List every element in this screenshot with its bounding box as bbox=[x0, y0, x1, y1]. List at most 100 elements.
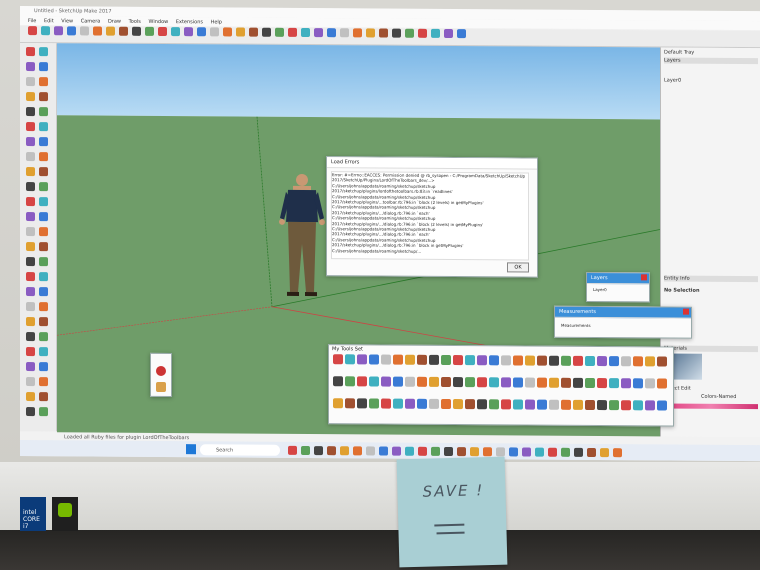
tool-icon[interactable] bbox=[39, 182, 48, 192]
tool-icon[interactable] bbox=[431, 28, 440, 38]
tool-icon[interactable] bbox=[537, 399, 547, 410]
tool-icon[interactable] bbox=[39, 242, 48, 252]
taskbar-app-icon[interactable] bbox=[327, 446, 336, 456]
tool-icon[interactable] bbox=[39, 137, 48, 147]
tool-icon[interactable] bbox=[39, 47, 48, 57]
tool-icon[interactable] bbox=[597, 400, 607, 411]
close-icon[interactable] bbox=[683, 308, 689, 315]
tool-icon[interactable] bbox=[366, 28, 375, 38]
tool-icon[interactable] bbox=[106, 26, 115, 36]
tool-icon[interactable] bbox=[381, 354, 391, 365]
taskbar-app-icon[interactable] bbox=[574, 447, 583, 457]
tool-icon[interactable] bbox=[39, 212, 48, 222]
tool-icon[interactable] bbox=[585, 399, 595, 411]
tool-icon[interactable] bbox=[501, 399, 511, 410]
tool-icon[interactable] bbox=[645, 400, 655, 411]
tool-icon[interactable] bbox=[645, 378, 655, 389]
tool-icon[interactable] bbox=[369, 398, 379, 409]
taskbar-app-icon[interactable] bbox=[483, 447, 492, 457]
tool-icon[interactable] bbox=[39, 197, 48, 207]
tool-icon[interactable] bbox=[39, 287, 48, 297]
layers-section[interactable]: Layers bbox=[664, 57, 758, 65]
tool-icon[interactable] bbox=[26, 107, 35, 117]
tool-icon[interactable] bbox=[573, 399, 583, 410]
menu-edit[interactable]: Edit bbox=[44, 18, 54, 24]
taskbar-app-icon[interactable] bbox=[600, 448, 609, 458]
tool-icon[interactable] bbox=[26, 92, 35, 102]
menu-window[interactable]: Window bbox=[149, 19, 169, 25]
tool-icon[interactable] bbox=[340, 28, 349, 38]
tool-icon[interactable] bbox=[405, 354, 415, 365]
tool-icon[interactable] bbox=[405, 28, 414, 38]
tool-icon[interactable] bbox=[145, 26, 154, 36]
tool-icon[interactable] bbox=[465, 377, 475, 388]
tool-icon[interactable] bbox=[345, 354, 355, 365]
tool-icon[interactable] bbox=[657, 400, 667, 411]
tool-icon[interactable] bbox=[393, 376, 403, 387]
tool-icon[interactable] bbox=[609, 400, 619, 411]
tool-icon[interactable] bbox=[39, 272, 48, 282]
tool-icon[interactable] bbox=[223, 27, 232, 37]
tool-icon[interactable] bbox=[26, 242, 35, 252]
tool-icon[interactable] bbox=[513, 377, 523, 388]
taskbar-app-icon[interactable] bbox=[496, 447, 505, 457]
taskbar-app-icon[interactable] bbox=[548, 447, 557, 457]
menu-camera[interactable]: Camera bbox=[81, 18, 101, 24]
tool-icon[interactable] bbox=[249, 27, 258, 37]
tool-icon[interactable] bbox=[501, 355, 511, 366]
tool-icon[interactable] bbox=[26, 122, 35, 132]
tool-icon[interactable] bbox=[621, 378, 631, 389]
taskbar-app-icon[interactable] bbox=[314, 446, 323, 456]
tool-icon[interactable] bbox=[288, 27, 297, 37]
windows-start-icon[interactable] bbox=[186, 444, 196, 455]
layer-item[interactable]: Layer0 bbox=[593, 287, 607, 292]
materials-section[interactable]: Materials bbox=[664, 345, 758, 353]
tool-icon[interactable] bbox=[26, 362, 35, 372]
tool-icon[interactable] bbox=[132, 26, 141, 36]
tool-icon[interactable] bbox=[441, 354, 451, 366]
tool-icon[interactable] bbox=[457, 29, 466, 39]
tool-icon[interactable] bbox=[657, 378, 667, 389]
tool-icon[interactable] bbox=[549, 355, 559, 366]
tool-icon[interactable] bbox=[156, 381, 166, 393]
menu-extensions[interactable]: Extensions bbox=[176, 19, 203, 25]
tool-icon[interactable] bbox=[621, 356, 631, 367]
menu-help[interactable]: Help bbox=[211, 19, 222, 25]
tool-icon[interactable] bbox=[573, 377, 583, 388]
tool-icon[interactable] bbox=[633, 378, 643, 389]
tool-icon[interactable] bbox=[39, 122, 48, 132]
tool-icon[interactable] bbox=[39, 302, 48, 312]
tool-icon[interactable] bbox=[26, 317, 35, 327]
tool-icon[interactable] bbox=[645, 356, 655, 367]
tool-icon[interactable] bbox=[597, 356, 607, 367]
taskbar-app-icon[interactable] bbox=[405, 446, 414, 456]
taskbar-app-icon[interactable] bbox=[392, 446, 401, 456]
taskbar-app-icon[interactable] bbox=[340, 446, 349, 456]
tool-icon[interactable] bbox=[39, 92, 48, 102]
taskbar-app-icon[interactable] bbox=[535, 447, 544, 457]
tool-icon[interactable] bbox=[26, 212, 35, 222]
tool-icon[interactable] bbox=[357, 376, 367, 387]
tool-icon[interactable] bbox=[429, 376, 439, 387]
tool-icon[interactable] bbox=[39, 167, 48, 177]
taskbar-search[interactable]: Search bbox=[200, 444, 280, 456]
taskbar-app-icon[interactable] bbox=[288, 445, 297, 455]
tool-icon[interactable] bbox=[549, 399, 559, 410]
tool-icon[interactable] bbox=[210, 27, 219, 37]
tool-icon[interactable] bbox=[39, 317, 48, 327]
menu-draw[interactable]: Draw bbox=[108, 19, 121, 25]
tool-icon[interactable] bbox=[54, 26, 63, 36]
tool-icon[interactable] bbox=[39, 362, 48, 372]
tool-icon[interactable] bbox=[333, 398, 343, 409]
tool-icon[interactable] bbox=[621, 400, 631, 411]
tool-icon[interactable] bbox=[453, 377, 463, 388]
tool-icon[interactable] bbox=[379, 28, 388, 38]
tool-icon[interactable] bbox=[405, 398, 415, 409]
tool-icon[interactable] bbox=[26, 302, 35, 312]
tool-icon[interactable] bbox=[236, 27, 245, 37]
tool-icon[interactable] bbox=[39, 392, 48, 402]
tool-icon[interactable] bbox=[26, 332, 35, 342]
tool-icon[interactable] bbox=[525, 399, 535, 410]
tool-icon[interactable] bbox=[537, 377, 547, 388]
tool-icon[interactable] bbox=[80, 26, 89, 36]
